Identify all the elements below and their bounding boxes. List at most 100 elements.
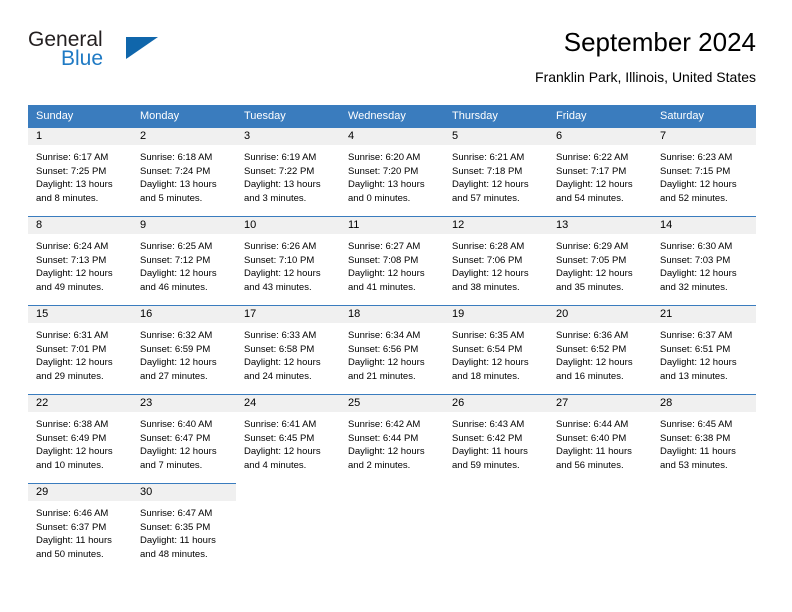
day-cell-inner: 29 Sunrise: 6:46 AM Sunset: 6:37 PM Dayligh… [28, 483, 132, 572]
daylight-duration-line2: and 32 minutes. [660, 281, 728, 293]
sunrise-time: Sunrise: 6:26 AM [244, 241, 317, 252]
calendar-day-cell[interactable]: 26 Sunrise: 6:43 AM Sunset: 6:42 PM Dayligh… [444, 394, 548, 483]
sunrise-time: Sunrise: 6:23 AM [660, 152, 733, 163]
daylight-duration-line2: and 0 minutes. [348, 192, 411, 204]
day-cell-inner: 15 Sunrise: 6:31 AM Sunset: 7:01 PM Dayligh… [28, 305, 132, 394]
calendar-day-cell[interactable]: 6 Sunrise: 6:22 AM Sunset: 7:17 PM Daylight… [548, 127, 652, 216]
daylight-duration-line2: and 2 minutes. [348, 459, 411, 471]
day-cell-inner [652, 483, 756, 572]
day-details: Sunrise: 6:21 AM Sunset: 7:18 PM Daylight:… [444, 145, 548, 205]
day-details: Sunrise: 6:18 AM Sunset: 7:24 PM Daylight:… [132, 145, 236, 205]
calendar-day-cell[interactable]: 19 Sunrise: 6:35 AM Sunset: 6:54 PM Dayligh… [444, 305, 548, 394]
calendar-day-cell[interactable]: 1 Sunrise: 6:17 AM Sunset: 7:25 PM Daylight… [28, 127, 132, 216]
day-number: 28 [652, 395, 756, 412]
day-number: 11 [340, 217, 444, 234]
day-details: Sunrise: 6:19 AM Sunset: 7:22 PM Daylight:… [236, 145, 340, 205]
daylight-duration-line1: Daylight: 12 hours [660, 179, 737, 190]
sunrise-time: Sunrise: 6:25 AM [140, 241, 213, 252]
sunset-time: Sunset: 7:08 PM [348, 254, 419, 266]
daylight-duration-line1: Daylight: 12 hours [244, 446, 321, 457]
sunset-time: Sunset: 6:45 PM [244, 432, 315, 444]
calendar-day-cell[interactable]: 2 Sunrise: 6:18 AM Sunset: 7:24 PM Daylight… [132, 127, 236, 216]
daylight-duration-line2: and 38 minutes. [452, 281, 520, 293]
calendar-day-cell[interactable]: 23 Sunrise: 6:40 AM Sunset: 6:47 PM Dayligh… [132, 394, 236, 483]
calendar-day-cell[interactable]: 13 Sunrise: 6:29 AM Sunset: 7:05 PM Dayligh… [548, 216, 652, 305]
day-details: Sunrise: 6:29 AM Sunset: 7:05 PM Daylight:… [548, 234, 652, 294]
sunset-time: Sunset: 6:51 PM [660, 343, 731, 355]
calendar-day-cell[interactable]: 15 Sunrise: 6:31 AM Sunset: 7:01 PM Dayligh… [28, 305, 132, 394]
day-details: Sunrise: 6:46 AM Sunset: 6:37 PM Daylight:… [28, 501, 132, 561]
day-details: Sunrise: 6:17 AM Sunset: 7:25 PM Daylight:… [28, 145, 132, 205]
calendar-week-row: 8 Sunrise: 6:24 AM Sunset: 7:13 PM Daylight… [28, 216, 756, 305]
sunset-time: Sunset: 7:22 PM [244, 165, 315, 177]
weekday-header-friday: Friday [548, 105, 652, 127]
calendar-day-cell[interactable]: 4 Sunrise: 6:20 AM Sunset: 7:20 PM Daylight… [340, 127, 444, 216]
day-number: 9 [132, 217, 236, 234]
calendar-day-cell[interactable]: 20 Sunrise: 6:36 AM Sunset: 6:52 PM Dayligh… [548, 305, 652, 394]
sunset-time: Sunset: 6:44 PM [348, 432, 419, 444]
location-subtitle: Franklin Park, Illinois, United States [535, 69, 756, 85]
calendar-day-cell[interactable]: 17 Sunrise: 6:33 AM Sunset: 6:58 PM Dayligh… [236, 305, 340, 394]
daylight-duration-line1: Daylight: 12 hours [452, 268, 529, 279]
calendar-day-cell[interactable]: 16 Sunrise: 6:32 AM Sunset: 6:59 PM Dayligh… [132, 305, 236, 394]
daylight-duration-line1: Daylight: 13 hours [36, 179, 113, 190]
calendar-day-cell[interactable]: 27 Sunrise: 6:44 AM Sunset: 6:40 PM Dayligh… [548, 394, 652, 483]
sunset-time: Sunset: 6:59 PM [140, 343, 211, 355]
calendar-day-cell[interactable]: 12 Sunrise: 6:28 AM Sunset: 7:06 PM Dayligh… [444, 216, 548, 305]
sunset-time: Sunset: 6:38 PM [660, 432, 731, 444]
sunrise-time: Sunrise: 6:18 AM [140, 152, 213, 163]
day-cell-inner: 24 Sunrise: 6:41 AM Sunset: 6:45 PM Dayligh… [236, 394, 340, 483]
calendar-day-cell[interactable]: 5 Sunrise: 6:21 AM Sunset: 7:18 PM Daylight… [444, 127, 548, 216]
sunset-time: Sunset: 6:54 PM [452, 343, 523, 355]
day-number: 26 [444, 395, 548, 412]
daylight-duration-line1: Daylight: 12 hours [348, 357, 425, 368]
logo-text-blue: Blue [61, 47, 104, 70]
calendar-day-cell[interactable]: 24 Sunrise: 6:41 AM Sunset: 6:45 PM Dayligh… [236, 394, 340, 483]
calendar-day-cell[interactable]: 29 Sunrise: 6:46 AM Sunset: 6:37 PM Dayligh… [28, 483, 132, 572]
sunrise-time: Sunrise: 6:45 AM [660, 419, 733, 430]
day-details: Sunrise: 6:33 AM Sunset: 6:58 PM Daylight:… [236, 323, 340, 383]
calendar-day-cell[interactable]: 8 Sunrise: 6:24 AM Sunset: 7:13 PM Daylight… [28, 216, 132, 305]
day-cell-inner: 9 Sunrise: 6:25 AM Sunset: 7:12 PM Daylight… [132, 216, 236, 305]
daylight-duration-line2: and 49 minutes. [36, 281, 104, 293]
calendar-day-cell[interactable]: 21 Sunrise: 6:37 AM Sunset: 6:51 PM Dayligh… [652, 305, 756, 394]
day-details: Sunrise: 6:28 AM Sunset: 7:06 PM Daylight:… [444, 234, 548, 294]
day-details: Sunrise: 6:22 AM Sunset: 7:17 PM Daylight:… [548, 145, 652, 205]
day-number: 24 [236, 395, 340, 412]
day-cell-inner: 5 Sunrise: 6:21 AM Sunset: 7:18 PM Daylight… [444, 127, 548, 216]
day-number: 7 [652, 128, 756, 145]
sunset-time: Sunset: 7:13 PM [36, 254, 107, 266]
day-cell-inner: 17 Sunrise: 6:33 AM Sunset: 6:58 PM Dayligh… [236, 305, 340, 394]
day-cell-inner: 1 Sunrise: 6:17 AM Sunset: 7:25 PM Daylight… [28, 127, 132, 216]
sunrise-time: Sunrise: 6:31 AM [36, 330, 109, 341]
day-details: Sunrise: 6:34 AM Sunset: 6:56 PM Daylight:… [340, 323, 444, 383]
daylight-duration-line1: Daylight: 12 hours [36, 357, 113, 368]
day-number: 16 [132, 306, 236, 323]
day-details: Sunrise: 6:27 AM Sunset: 7:08 PM Daylight:… [340, 234, 444, 294]
calendar-day-cell[interactable]: 11 Sunrise: 6:27 AM Sunset: 7:08 PM Dayligh… [340, 216, 444, 305]
calendar-day-cell[interactable]: 3 Sunrise: 6:19 AM Sunset: 7:22 PM Daylight… [236, 127, 340, 216]
sunrise-time: Sunrise: 6:21 AM [452, 152, 525, 163]
daylight-duration-line1: Daylight: 13 hours [348, 179, 425, 190]
day-cell-inner: 26 Sunrise: 6:43 AM Sunset: 6:42 PM Dayligh… [444, 394, 548, 483]
calendar-day-cell[interactable]: 30 Sunrise: 6:47 AM Sunset: 6:35 PM Dayligh… [132, 483, 236, 572]
calendar-day-cell[interactable]: 25 Sunrise: 6:42 AM Sunset: 6:44 PM Dayligh… [340, 394, 444, 483]
day-cell-inner: 30 Sunrise: 6:47 AM Sunset: 6:35 PM Dayligh… [132, 483, 236, 572]
sunrise-time: Sunrise: 6:17 AM [36, 152, 109, 163]
calendar-day-cell[interactable]: 18 Sunrise: 6:34 AM Sunset: 6:56 PM Dayligh… [340, 305, 444, 394]
daylight-duration-line1: Daylight: 12 hours [36, 446, 113, 457]
calendar-day-cell[interactable]: 9 Sunrise: 6:25 AM Sunset: 7:12 PM Daylight… [132, 216, 236, 305]
calendar-day-cell[interactable]: 22 Sunrise: 6:38 AM Sunset: 6:49 PM Dayligh… [28, 394, 132, 483]
day-cell-inner: 13 Sunrise: 6:29 AM Sunset: 7:05 PM Dayligh… [548, 216, 652, 305]
calendar-cell-empty [444, 483, 548, 572]
calendar-day-cell[interactable]: 28 Sunrise: 6:45 AM Sunset: 6:38 PM Dayligh… [652, 394, 756, 483]
daylight-duration-line1: Daylight: 12 hours [452, 357, 529, 368]
calendar-day-cell[interactable]: 14 Sunrise: 6:30 AM Sunset: 7:03 PM Dayligh… [652, 216, 756, 305]
calendar-day-cell[interactable]: 7 Sunrise: 6:23 AM Sunset: 7:15 PM Daylight… [652, 127, 756, 216]
daylight-duration-line2: and 8 minutes. [36, 192, 99, 204]
calendar-day-cell[interactable]: 10 Sunrise: 6:26 AM Sunset: 7:10 PM Dayligh… [236, 216, 340, 305]
day-details: Sunrise: 6:23 AM Sunset: 7:15 PM Daylight:… [652, 145, 756, 205]
calendar-week-row: 29 Sunrise: 6:46 AM Sunset: 6:37 PM Dayligh… [28, 483, 756, 572]
weekday-header-wednesday: Wednesday [340, 105, 444, 127]
daylight-duration-line1: Daylight: 13 hours [140, 179, 217, 190]
